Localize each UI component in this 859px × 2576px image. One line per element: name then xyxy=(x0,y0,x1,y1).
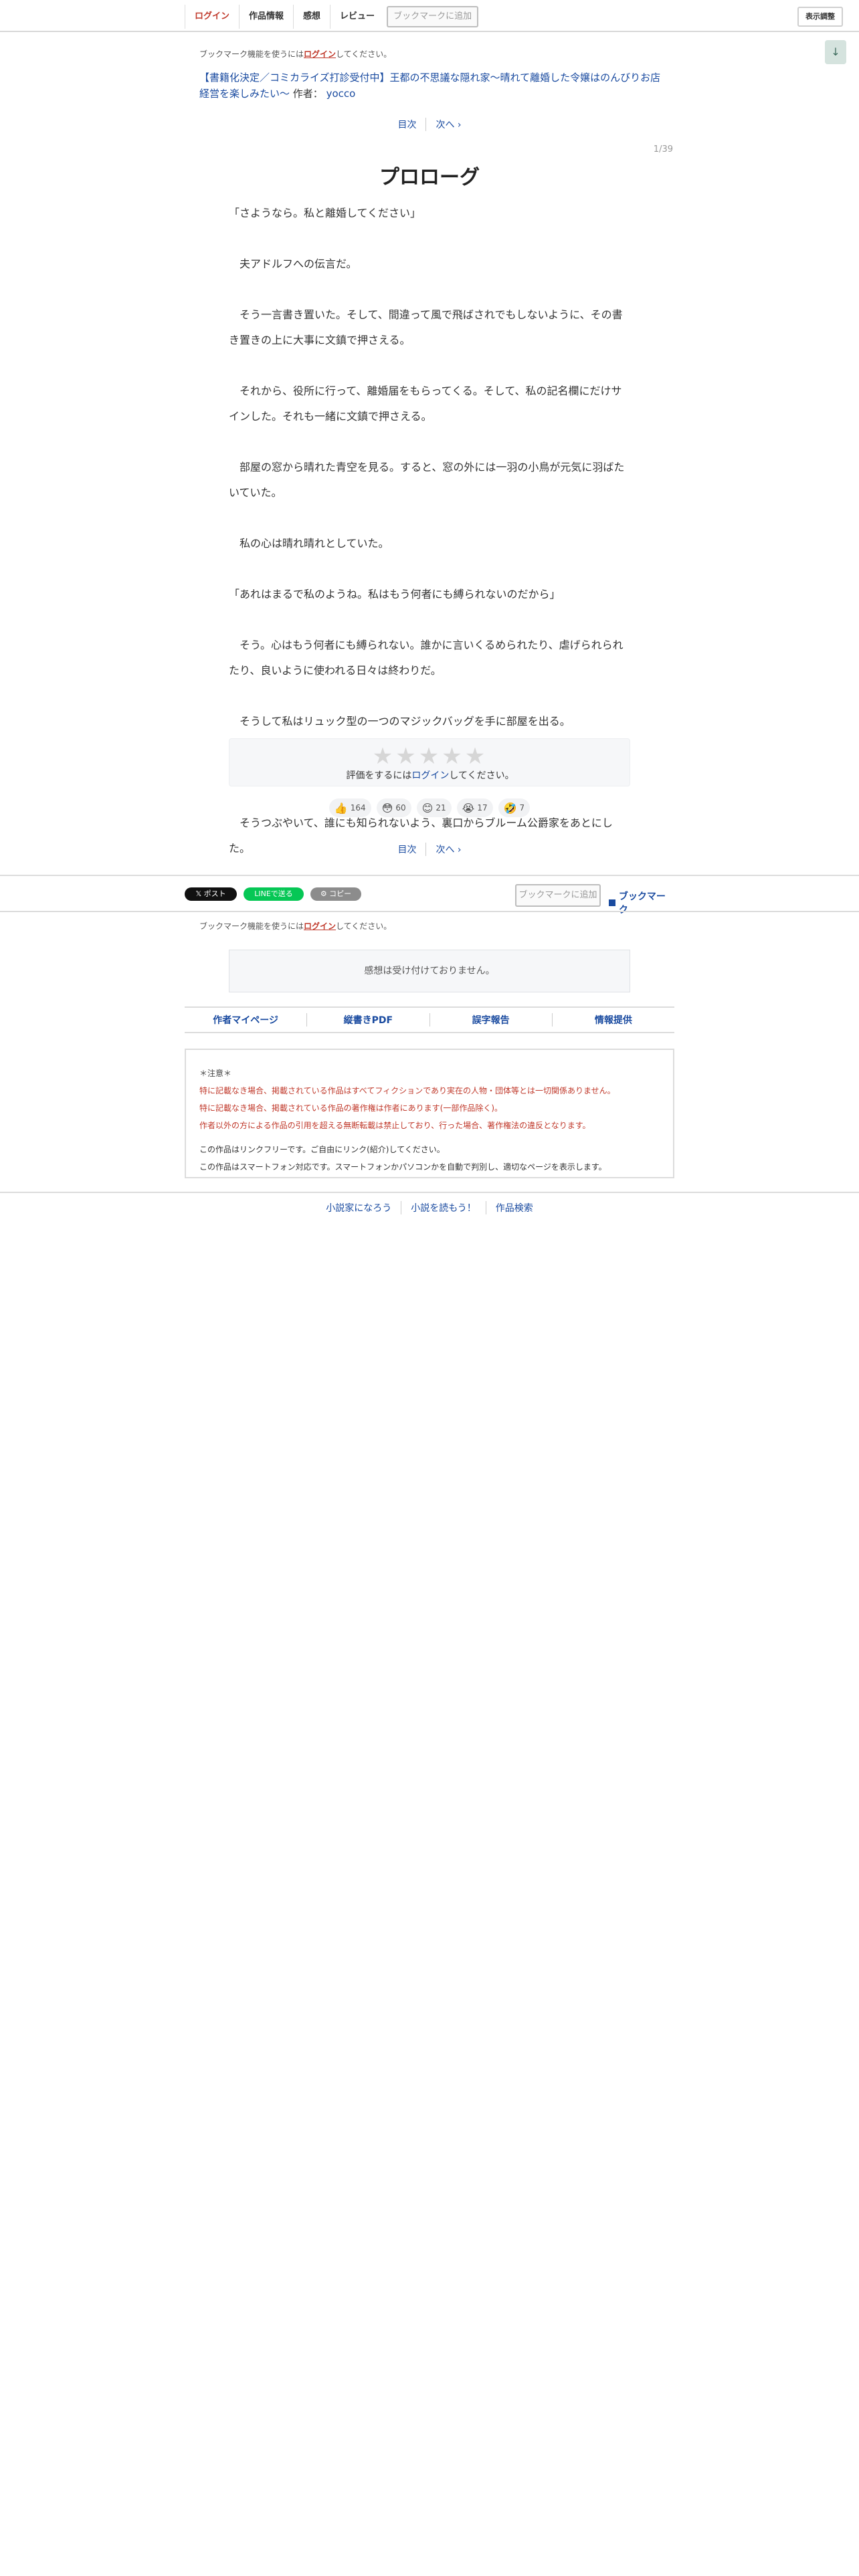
bookmark-login-link[interactable]: ログイン xyxy=(304,49,336,59)
reaction-emoji-icon: 👍 xyxy=(334,801,348,815)
notice-box: ＊注意＊ 特に記載なき場合、掲載されている作品はすべてフィクションであり実在の人… xyxy=(185,1049,674,1178)
bookmark-icon xyxy=(609,899,615,906)
scroll-down-button[interactable]: ↓ xyxy=(825,40,846,64)
x-post-button[interactable]: 𝕏 ポスト xyxy=(185,887,237,901)
display-settings-button[interactable]: 表示調整 xyxy=(797,7,843,27)
paragraph: 「さようなら。私と離婚してください」 xyxy=(229,207,421,219)
notice-spacer xyxy=(199,1134,660,1141)
reaction-count: 7 xyxy=(519,803,525,813)
typo-report-link[interactable]: 誤字報告 xyxy=(429,1013,552,1027)
reaction-button[interactable]: 🤣 7 xyxy=(498,798,531,817)
paragraph: そうして私はリュック型の一つのマジックバッグを手に部屋を出る。 xyxy=(229,715,571,728)
impressions-closed-note: 感想は受け付けておりません。 xyxy=(229,950,630,992)
author-link[interactable]: yocco xyxy=(326,88,356,100)
paragraph: それから、役所に行って、離婚届をもらってくる。そして、私の記名欄にだけサインした… xyxy=(229,385,622,423)
notice-line: 作者以外の方による作品の引用を超える無断転載は禁止しており、行った場合、著作権法… xyxy=(199,1121,591,1130)
reaction-button[interactable]: 😳 60 xyxy=(376,798,411,817)
reaction-emoji-icon: 😭 xyxy=(462,801,475,815)
paragraph-spacer xyxy=(229,683,630,709)
info-report-link[interactable]: 情報提供 xyxy=(551,1013,674,1027)
reaction-count: 21 xyxy=(436,803,446,813)
pager-top: 目次 次へ › xyxy=(0,118,859,131)
site-link-search[interactable]: 作品検索 xyxy=(486,1201,543,1214)
divider xyxy=(0,1192,859,1193)
notice-line: この作品はスマートフォン対応です。スマートフォンかパソコンかを自動で判別し、適切… xyxy=(199,1162,607,1172)
reaction-count: 60 xyxy=(395,803,406,813)
site-link-narou[interactable]: 小説家になろう xyxy=(316,1201,401,1214)
site-links: 小説家になろう 小説を読もう！ 作品検索 xyxy=(0,1201,859,1214)
toc-link[interactable]: 目次 xyxy=(388,118,425,131)
bookmark-add-button-top[interactable]: ブックマークに追加 xyxy=(387,6,479,27)
next-link[interactable]: 次へ › xyxy=(426,118,470,131)
site-link-yomou[interactable]: 小説を読もう！ xyxy=(401,1201,486,1214)
divider xyxy=(0,911,859,912)
nav-login[interactable]: ログイン xyxy=(185,5,239,29)
reaction-button[interactable]: 😊 21 xyxy=(416,798,452,817)
toc-link-bottom[interactable]: 目次 xyxy=(388,843,425,856)
bookmark-link[interactable]: ブックマーク xyxy=(609,889,674,916)
paragraph: 私の心は晴れ晴れとしていた。 xyxy=(229,537,389,550)
bookmark-login-note: ブックマーク機能を使うにはログインしてください。 xyxy=(199,49,392,59)
share-row: 𝕏 ポスト LINEで送る ⚙ コピー ブックマークに追加 ブックマーク xyxy=(185,884,674,916)
nav-reviews[interactable]: レビュー xyxy=(330,5,384,29)
paragraph-spacer xyxy=(229,506,630,531)
divider xyxy=(0,875,859,876)
paragraph: そう。心はもう何者にも縛られない。誰かに言いくるめられたり、虐げられられたり、良… xyxy=(229,639,624,677)
work-title: 【書籍化決定／コミカライズ打診受付中】王都の不思議な隠れ家〜晴れて離婚した令嬢は… xyxy=(199,70,668,102)
paragraph-spacer xyxy=(229,556,630,582)
notice-line: 特に記載なき場合、掲載されている作品はすべてフィクションであり実在の人物・団体等… xyxy=(199,1086,615,1095)
notice-line: 特に記載なき場合、掲載されている作品の著作権は作者にあります(一部作品除く)。 xyxy=(199,1103,503,1113)
top-navigation-bar: ログイン 作品情報 感想 レビュー ブックマークに追加 表示調整 xyxy=(0,0,859,32)
chapter-title: プロローグ xyxy=(379,166,480,189)
star-rating[interactable]: ★★★★★ xyxy=(229,743,631,770)
pager-bottom: 目次 次へ › xyxy=(0,843,859,856)
reaction-emoji-icon: 🤣 xyxy=(503,801,517,815)
reaction-button[interactable]: 👍 164 xyxy=(328,798,371,817)
paragraph-spacer xyxy=(229,429,630,455)
paragraph-spacer xyxy=(229,226,630,251)
reaction-emoji-icon: 😊 xyxy=(421,801,434,815)
paragraph: 夫アドルフへの伝言だ。 xyxy=(229,257,357,270)
paragraph: 「あれはまるで私のようね。私はもう何者にも縛られないのだから」 xyxy=(229,588,561,601)
rating-box: ★★★★★ 評価をするにはログインしてください。 xyxy=(229,738,630,786)
bookmark-add-button[interactable]: ブックマークに追加 xyxy=(515,884,601,907)
work-footer-links: 作者マイページ 縦書きPDF 誤字報告 情報提供 xyxy=(185,1006,674,1033)
reaction-emoji-icon: 😳 xyxy=(381,801,393,815)
nav-work-info[interactable]: 作品情報 xyxy=(239,5,293,29)
next-link-bottom[interactable]: 次へ › xyxy=(426,843,470,856)
paragraph-spacer xyxy=(229,277,630,302)
line-share-button[interactable]: LINEで送る xyxy=(244,887,304,901)
paragraph-spacer xyxy=(229,607,630,633)
page-count: 1/39 xyxy=(653,144,673,154)
notice-line: この作品はリンクフリーです。ご自由にリンク(紹介)してください。 xyxy=(199,1145,445,1154)
author-mypage-link[interactable]: 作者マイページ xyxy=(185,1013,306,1027)
paragraph: 部屋の窓から晴れた青空を見る。すると、窓の外には一羽の小鳥が元気に羽ばたいていた… xyxy=(229,461,625,499)
work-title-link[interactable]: 【書籍化決定／コミカライズ打診受付中】王都の不思議な隠れ家〜晴れて離婚した令嬢は… xyxy=(199,72,660,100)
notice-heading: ＊注意＊ xyxy=(199,1069,232,1078)
nav-impressions[interactable]: 感想 xyxy=(293,5,330,29)
copy-button[interactable]: ⚙ コピー xyxy=(310,887,361,901)
bookmark-login-note-bottom: ブックマーク機能を使うにはログインしてください。 xyxy=(199,922,392,931)
reaction-count: 17 xyxy=(477,803,488,813)
paragraph: そう一言書き置いた。そして、間違って風で飛ばされでもしないように、その書き置きの… xyxy=(229,308,623,346)
paragraph-spacer xyxy=(229,353,630,379)
rating-login-note: 評価をするにはログインしてください。 xyxy=(346,770,514,781)
reaction-count: 164 xyxy=(350,803,366,813)
author-label: 作者： xyxy=(292,88,323,100)
reaction-button[interactable]: 😭 17 xyxy=(456,798,493,817)
reaction-bar: 👍 164 😳 60 😊 21 😭 17 🤣 7 xyxy=(0,798,859,817)
vertical-pdf-link[interactable]: 縦書きPDF xyxy=(306,1013,429,1027)
rating-login-link[interactable]: ログイン xyxy=(411,770,449,781)
bookmark-login-link-bottom[interactable]: ログイン xyxy=(304,922,336,931)
top-nav: ログイン 作品情報 感想 レビュー ブックマークに追加 xyxy=(185,5,479,29)
